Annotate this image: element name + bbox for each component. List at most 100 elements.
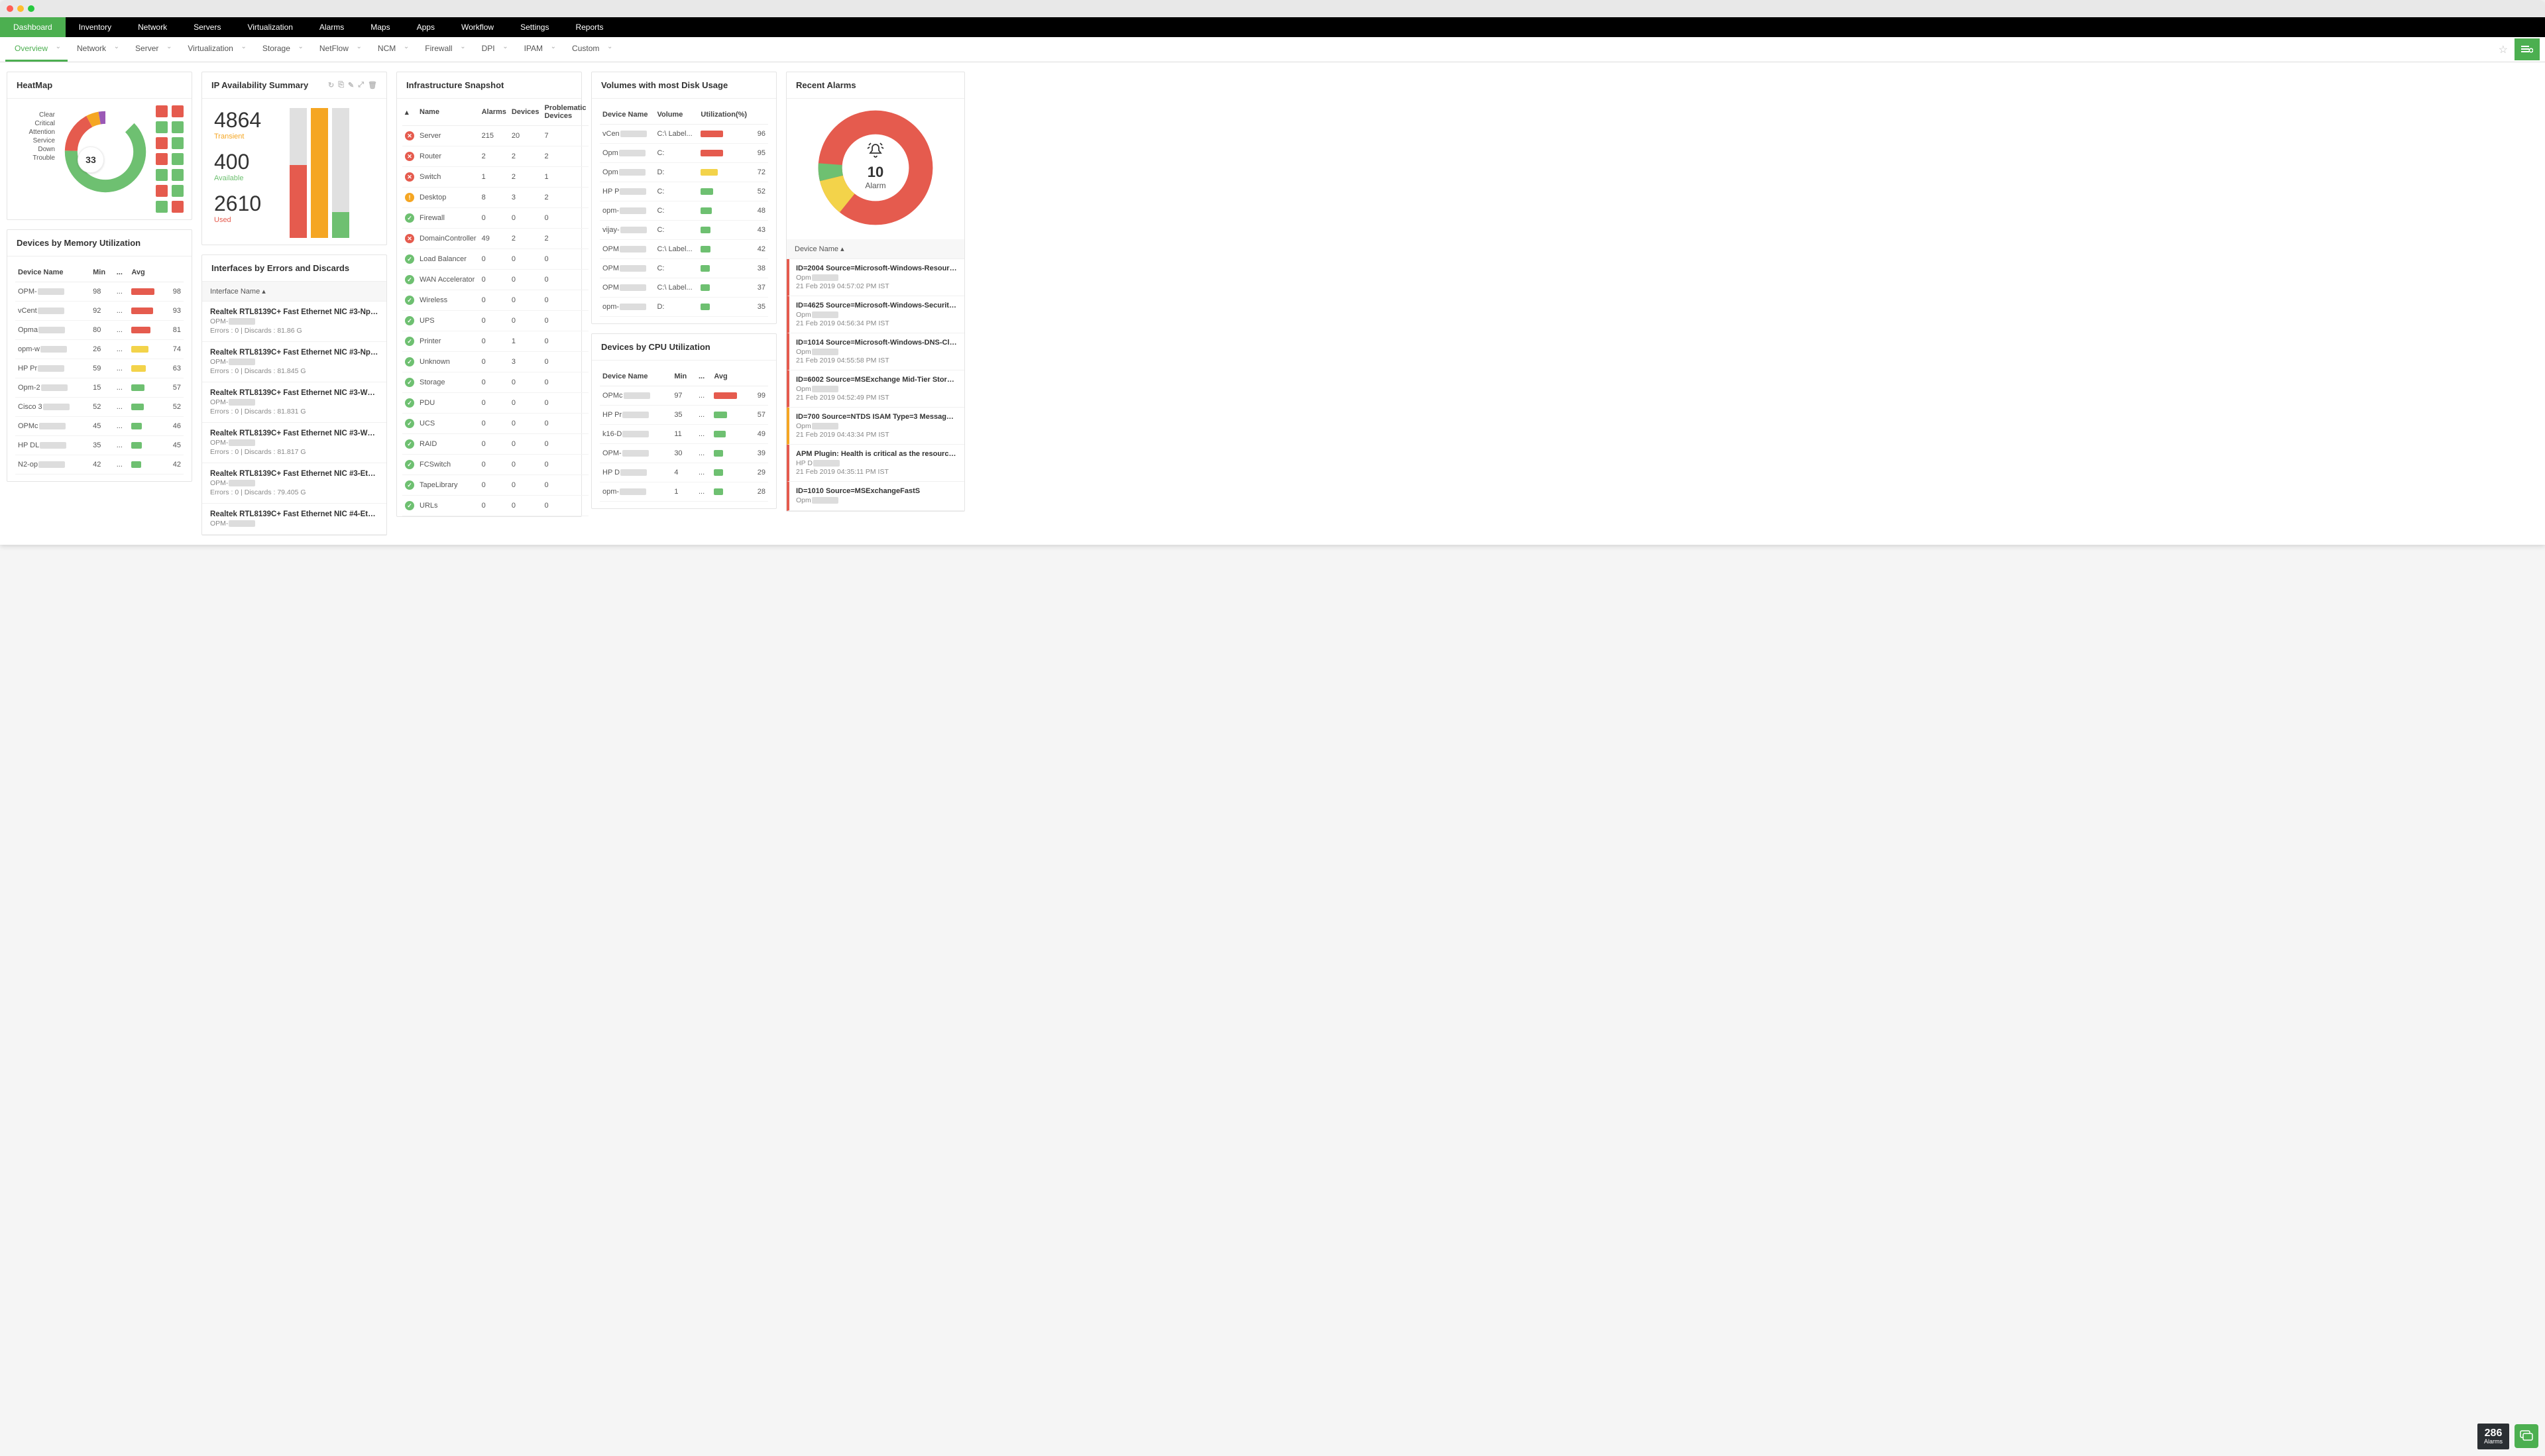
- col-header[interactable]: Device Name: [600, 367, 671, 386]
- table-row[interactable]: ✓FCSwitch000: [402, 455, 589, 475]
- table-row[interactable]: Opma80...81: [15, 321, 184, 340]
- interface-item[interactable]: Realtek RTL8139C+ Fast Ethernet NIC #3-W…: [202, 423, 386, 463]
- edit-icon[interactable]: ✎: [348, 81, 354, 89]
- table-row[interactable]: OPM-30...39: [600, 444, 768, 463]
- alarm-item[interactable]: ID=4625 Source=Microsoft-Windows-Securit…: [787, 296, 964, 333]
- table-row[interactable]: vCent92...93: [15, 302, 184, 321]
- interface-item[interactable]: Realtek RTL8139C+ Fast Ethernet NIC #4-E…: [202, 504, 386, 535]
- table-row[interactable]: HP D4...29: [600, 463, 768, 482]
- table-row[interactable]: ✓UPS000: [402, 311, 589, 331]
- table-row[interactable]: Opm-215...57: [15, 378, 184, 398]
- heatmap-cell[interactable]: [172, 137, 184, 149]
- subnav-storage[interactable]: Storage: [253, 37, 310, 62]
- close-icon[interactable]: [7, 5, 13, 12]
- col-header[interactable]: Device Name: [600, 105, 654, 125]
- refresh-icon[interactable]: ↻: [328, 81, 334, 89]
- export-icon[interactable]: ⎘: [338, 81, 344, 89]
- subnav-overview[interactable]: Overview: [5, 37, 68, 62]
- chat-button[interactable]: [2515, 1424, 2538, 1448]
- heatmap-cell[interactable]: [172, 169, 184, 181]
- alarm-item[interactable]: APM Plugin: Health is critical as the re…: [787, 445, 964, 482]
- heatmap-cell[interactable]: [172, 153, 184, 165]
- table-row[interactable]: opm-C:48: [600, 201, 768, 221]
- subnav-custom[interactable]: Custom: [563, 37, 619, 62]
- subnav-dpi[interactable]: DPI: [473, 37, 515, 62]
- topnav-inventory[interactable]: Inventory: [66, 17, 125, 37]
- topnav-workflow[interactable]: Workflow: [448, 17, 507, 37]
- heatmap-cell[interactable]: [172, 105, 184, 117]
- topnav-dashboard[interactable]: Dashboard: [0, 17, 66, 37]
- interfaces-sort-header[interactable]: Interface Name ▴: [202, 282, 386, 302]
- topnav-maps[interactable]: Maps: [357, 17, 403, 37]
- alarm-item[interactable]: ID=700 Source=NTDS ISAM Type=3 Message=N…: [787, 408, 964, 445]
- table-row[interactable]: opm-D:35: [600, 298, 768, 317]
- minimize-icon[interactable]: [17, 5, 24, 12]
- heatmap-cell[interactable]: [156, 121, 168, 133]
- table-row[interactable]: k16-D11...49: [600, 425, 768, 444]
- maximize-icon[interactable]: [28, 5, 34, 12]
- interface-item[interactable]: Realtek RTL8139C+ Fast Ethernet NIC #3-E…: [202, 463, 386, 504]
- col-header[interactable]: Avg: [711, 367, 750, 386]
- table-row[interactable]: OPMC:\ Label...42: [600, 240, 768, 259]
- alarm-item[interactable]: ID=6002 Source=MSExchange Mid-Tier Stora…: [787, 370, 964, 408]
- table-row[interactable]: vijay-C:43: [600, 221, 768, 240]
- table-row[interactable]: ✕DomainController4922: [402, 229, 589, 249]
- table-row[interactable]: OPMC:\ Label...37: [600, 278, 768, 298]
- table-row[interactable]: ✓UCS000: [402, 414, 589, 434]
- topnav-virtualization[interactable]: Virtualization: [234, 17, 306, 37]
- delete-icon[interactable]: 🗑: [368, 81, 377, 89]
- heatmap-cell[interactable]: [156, 169, 168, 181]
- table-row[interactable]: ✓Storage000: [402, 372, 589, 393]
- heatmap-cell[interactable]: [156, 153, 168, 165]
- table-row[interactable]: vCenC:\ Label...96: [600, 125, 768, 144]
- alarm-item[interactable]: ID=2004 Source=Microsoft-Windows-Resourc…: [787, 259, 964, 296]
- table-row[interactable]: OpmD:72: [600, 163, 768, 182]
- table-row[interactable]: ✓Printer010: [402, 331, 589, 352]
- table-row[interactable]: Cisco 352...52: [15, 398, 184, 417]
- table-row[interactable]: ✓Wireless000: [402, 290, 589, 311]
- subnav-firewall[interactable]: Firewall: [416, 37, 472, 62]
- topnav-servers[interactable]: Servers: [180, 17, 234, 37]
- table-row[interactable]: OpmC:95: [600, 144, 768, 163]
- table-row[interactable]: ✓Load Balancer000: [402, 249, 589, 270]
- table-row[interactable]: ✓WAN Accelerator000: [402, 270, 589, 290]
- col-header[interactable]: Avg: [129, 263, 166, 282]
- subnav-ipam[interactable]: IPAM: [515, 37, 563, 62]
- col-header[interactable]: Utilization(%): [698, 105, 754, 125]
- add-widget-button[interactable]: [2515, 38, 2540, 60]
- heatmap-cell[interactable]: [156, 185, 168, 197]
- table-row[interactable]: OPMc45...46: [15, 417, 184, 436]
- col-header[interactable]: ...: [696, 367, 711, 386]
- interface-item[interactable]: Realtek RTL8139C+ Fast Ethernet NIC #3-N…: [202, 342, 386, 382]
- alarm-item[interactable]: ID=1014 Source=Microsoft-Windows-DNS-Cli…: [787, 333, 964, 370]
- col-header[interactable]: ...: [114, 263, 129, 282]
- table-row[interactable]: OPM-98...98: [15, 282, 184, 302]
- topnav-alarms[interactable]: Alarms: [306, 17, 357, 37]
- col-header[interactable]: Volume: [654, 105, 698, 125]
- col-header[interactable]: Device Name: [15, 263, 90, 282]
- table-row[interactable]: HP DL35...45: [15, 436, 184, 455]
- heatmap-cell[interactable]: [156, 201, 168, 213]
- table-row[interactable]: ✓RAID000: [402, 434, 589, 455]
- expand-icon[interactable]: ⤢: [358, 81, 364, 89]
- table-row[interactable]: ✓Firewall000: [402, 208, 589, 229]
- table-row[interactable]: HP Pr35...57: [600, 406, 768, 425]
- heatmap-cell[interactable]: [172, 201, 184, 213]
- topnav-apps[interactable]: Apps: [404, 17, 448, 37]
- table-row[interactable]: N2-op42...42: [15, 455, 184, 475]
- interface-item[interactable]: Realtek RTL8139C+ Fast Ethernet NIC #3-W…: [202, 382, 386, 423]
- table-row[interactable]: HP Pr59...63: [15, 359, 184, 378]
- interface-item[interactable]: Realtek RTL8139C+ Fast Ethernet NIC #3-N…: [202, 302, 386, 342]
- table-row[interactable]: opm-w26...74: [15, 340, 184, 359]
- table-row[interactable]: ✓PDU000: [402, 393, 589, 414]
- subnav-virtualization[interactable]: Virtualization: [178, 37, 253, 62]
- star-icon[interactable]: ☆: [2492, 39, 2515, 60]
- table-row[interactable]: ✓TapeLibrary000: [402, 475, 589, 496]
- subnav-netflow[interactable]: NetFlow: [310, 37, 368, 62]
- table-row[interactable]: !Desktop832: [402, 188, 589, 208]
- heatmap-cell[interactable]: [156, 105, 168, 117]
- table-row[interactable]: ✓URLs000: [402, 496, 589, 516]
- alarm-counter-badge[interactable]: 286 Alarms: [2477, 1424, 2509, 1449]
- alarm-item[interactable]: ID=1010 Source=MSExchangeFastSOpm: [787, 482, 964, 511]
- table-row[interactable]: ✓Unknown030: [402, 352, 589, 372]
